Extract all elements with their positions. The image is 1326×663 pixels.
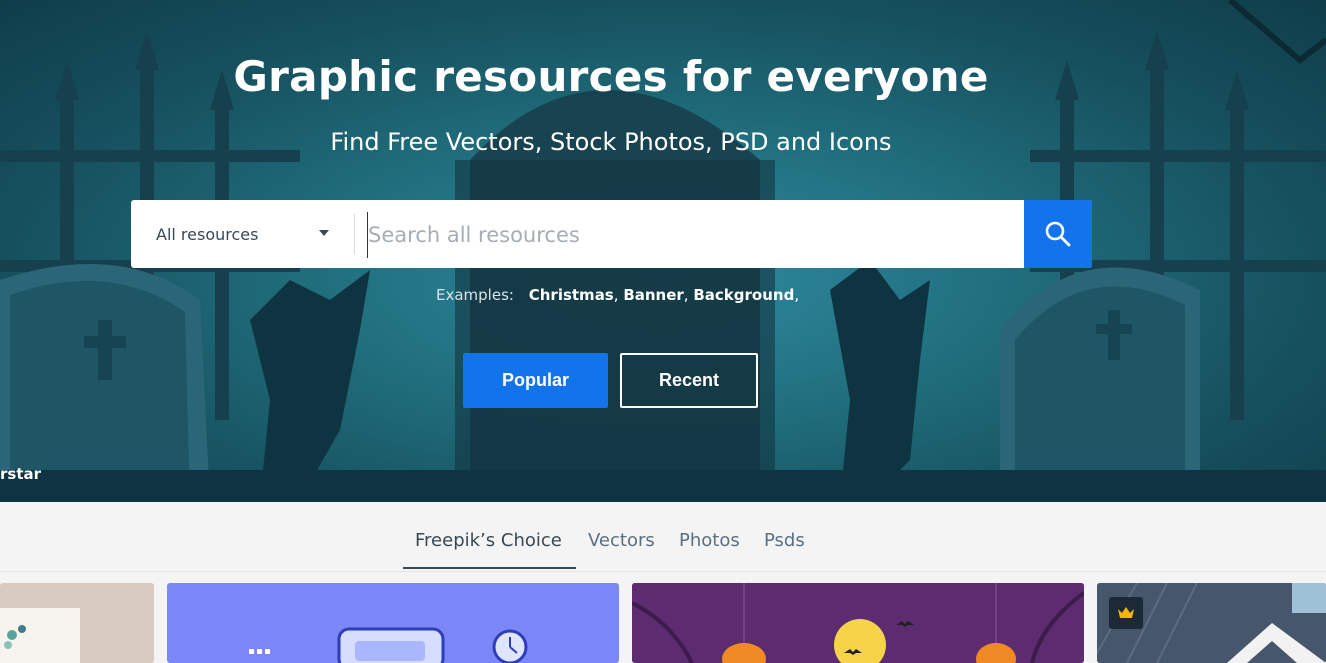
active-tab-indicator [403,567,576,569]
mobile-app-illustration-thumbnail [249,627,528,663]
resource-card[interactable] [0,583,154,663]
caret-down-icon [319,230,329,236]
hero-banner: Graphic resources for everyone Find Free… [0,0,1326,502]
recent-button[interactable]: Recent [620,353,758,408]
popular-button[interactable]: Popular [463,353,608,408]
tab-psds[interactable]: Psds [764,530,805,551]
search-examples: Examples: Christmas, Banner, Background, [436,286,800,304]
author-credit[interactable]: rstar [0,465,41,483]
resource-card[interactable] [1097,583,1326,663]
tab-freepiks-choice[interactable]: Freepik’s Choice [415,530,562,551]
example-tag[interactable]: Christmas [529,286,614,304]
page-subtitle: Find Free Vectors, Stock Photos, PSD and… [330,128,892,156]
category-tabs: Freepik’s Choice Vectors Photos Psds [0,502,1326,572]
resource-card[interactable] [632,583,1084,663]
halloween-pumpkins-thumbnail [632,583,1084,663]
page-title: Graphic resources for everyone [233,52,989,101]
search-button[interactable] [1024,200,1092,268]
resource-type-dropdown[interactable]: All resources [131,200,355,268]
search-input[interactable] [367,212,1020,258]
example-tag[interactable]: Background [693,286,794,304]
examples-label: Examples: [436,286,514,304]
resource-card[interactable] [167,583,619,663]
search-icon [1045,221,1071,247]
crown-icon [1118,607,1134,618]
example-tag[interactable]: Banner [623,286,683,304]
premium-badge [1109,597,1143,629]
tab-photos[interactable]: Photos [679,530,740,551]
search-divider [354,214,355,254]
resource-type-label: All resources [156,224,259,244]
tab-vectors[interactable]: Vectors [588,530,655,551]
floral-stationery-thumbnail [0,608,80,663]
search-bar: All resources [131,200,1092,268]
